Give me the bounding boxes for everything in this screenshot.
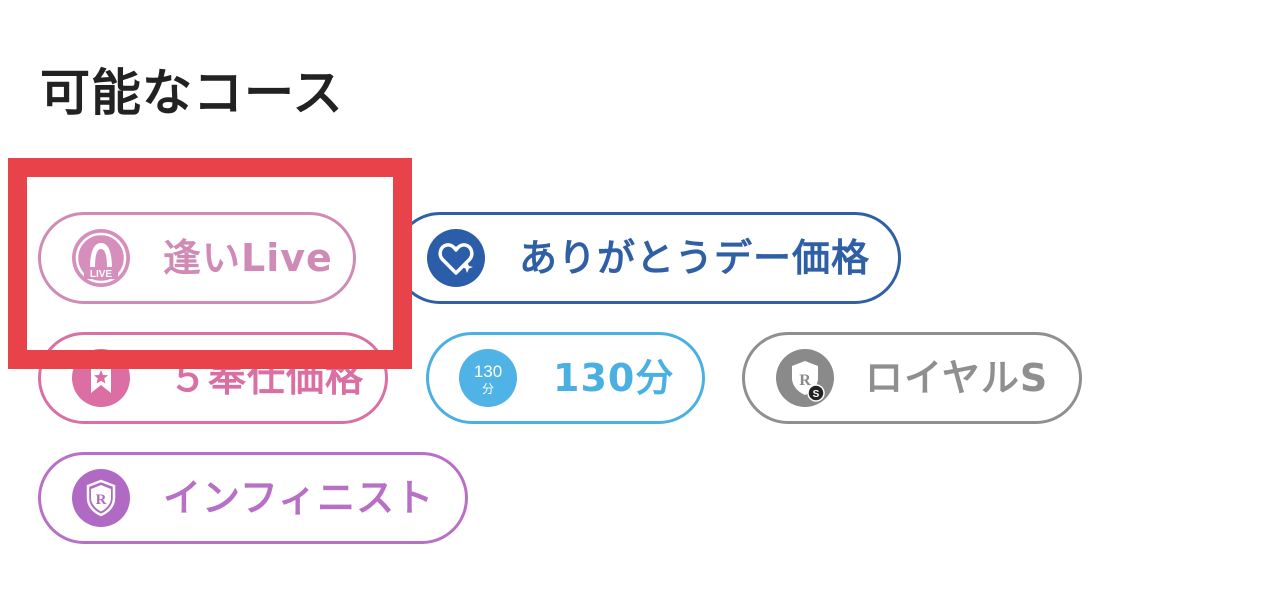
course-chip-thanks-day-price[interactable]: ありがとうデー価格 — [394, 212, 901, 304]
svg-text:R: R — [96, 492, 107, 508]
course-label: ありがとうデー価格 — [519, 236, 871, 280]
course-label: インフィニスト — [163, 476, 435, 520]
highlight-box — [8, 158, 412, 369]
course-label: 130分 — [553, 356, 675, 400]
course-chip-130-minutes[interactable]: 130 分 130分 — [426, 332, 705, 424]
heart-sparkle-icon — [427, 229, 485, 287]
time-130-icon: 130 分 — [459, 349, 517, 407]
svg-text:R: R — [799, 372, 811, 389]
course-chip-infinist[interactable]: R インフィニスト — [38, 452, 468, 544]
svg-text:S: S — [813, 389, 820, 400]
r-shield-icon: R — [72, 469, 130, 527]
course-chip-royal-s[interactable]: R S ロイヤルS — [742, 332, 1082, 424]
course-label: ロイヤルS — [865, 356, 1049, 400]
svg-text:分: 分 — [482, 382, 494, 396]
svg-text:130: 130 — [474, 362, 502, 381]
page-title: 可能なコース — [40, 64, 344, 122]
royal-s-shield-icon: R S — [776, 349, 834, 407]
